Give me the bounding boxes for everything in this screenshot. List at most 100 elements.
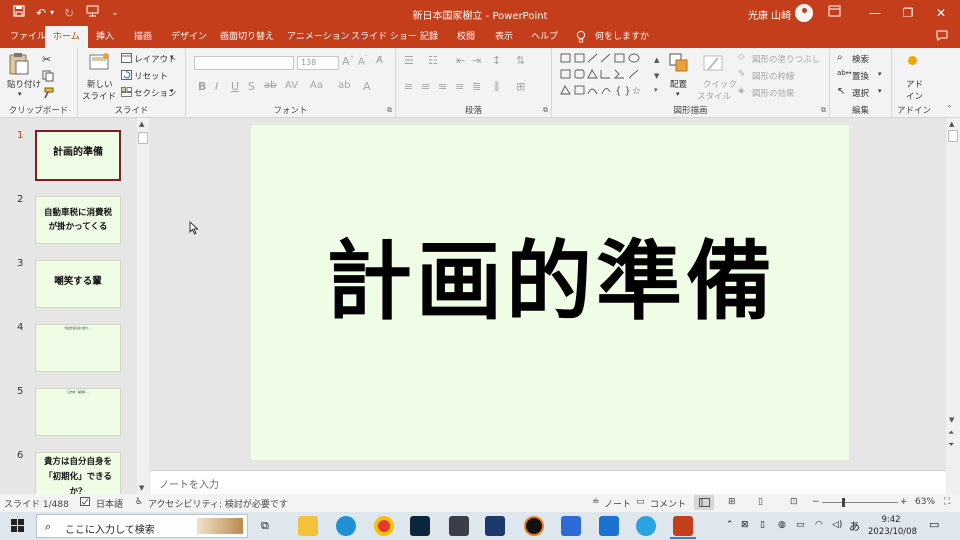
shrink-font-icon[interactable]: Aˇ [358, 55, 368, 67]
search-placeholder[interactable]: ここに入力して検索 [65, 521, 155, 536]
slideshow-view-icon[interactable]: ⊡ [790, 497, 798, 507]
underline-icon[interactable]: U [231, 80, 239, 93]
cloud-app-icon[interactable] [449, 516, 469, 536]
shape-effects-button[interactable]: 図形の効果 [752, 87, 795, 99]
tray-security-icon[interactable]: ◍ [778, 520, 786, 530]
slide-thumbnail-3[interactable]: 嘲笑する輩 [35, 260, 121, 308]
increase-indent-icon[interactable]: ⇥ [472, 54, 481, 67]
search-highlight-image[interactable] [197, 518, 243, 534]
tell-me-search[interactable]: 何をしますか [595, 30, 649, 44]
tab-draw[interactable]: 描画 [134, 30, 152, 44]
volume-icon[interactable]: ◁) [832, 520, 842, 530]
zoom-level[interactable]: 63% [915, 497, 935, 507]
quick-style-button[interactable]: クイック [703, 78, 737, 90]
tray-chevron-icon[interactable]: ⌃ [726, 520, 734, 530]
tab-home[interactable]: ホーム [45, 26, 88, 48]
select-button[interactable]: 選択 [852, 87, 869, 99]
avatar[interactable] [795, 4, 813, 22]
thumbnail-scrollbar[interactable]: ▲ ▼ [137, 118, 149, 494]
scrollbar-thumb[interactable] [138, 132, 148, 144]
previous-slide-icon[interactable]: ⏶ [948, 428, 954, 438]
slide-thumbnail-6[interactable]: 貴方は自分自身を「初期化」できるか？ [35, 452, 121, 494]
next-slide-icon[interactable]: ⏷ [948, 440, 954, 450]
editor-scrollbar[interactable]: ▲ ▼ ⏶ ⏷ [946, 118, 960, 494]
align-text-icon[interactable]: ⊞ [516, 80, 525, 93]
shapes-scroll-down-icon[interactable]: ▼ [654, 72, 659, 80]
text-direction-icon[interactable]: ⇅ [516, 54, 525, 67]
language[interactable]: 日本語 [96, 497, 123, 510]
shape-fill-button[interactable]: 図形の塗りつぶし [752, 53, 820, 65]
align-right-icon[interactable]: ≡ [438, 80, 447, 93]
notification-icon[interactable]: ▭ [929, 518, 939, 531]
new-slide-button-line2[interactable]: スライド [82, 90, 116, 102]
justify-icon[interactable]: ≡ [455, 80, 464, 93]
slide-title[interactable]: 計画的準備 [251, 211, 851, 336]
paragraph-dialog-launcher-icon[interactable]: ⧉ [543, 106, 548, 115]
layout-icon[interactable] [121, 53, 132, 66]
slide-thumbnail-4[interactable]: 内政会報直接の勧力 ... [35, 324, 121, 372]
accessibility-icon[interactable]: ♿ [135, 497, 143, 507]
reading-view-icon[interactable]: ▯ [758, 497, 763, 507]
zoom-in-icon[interactable]: + [900, 497, 908, 507]
comments-icon[interactable] [936, 30, 948, 46]
quick-style-icon[interactable] [702, 52, 724, 77]
accessibility-status[interactable]: アクセシビリティ: 検討が必要です [148, 497, 288, 510]
find-button[interactable]: 検索 [852, 53, 869, 65]
select-dropdown-icon[interactable]: ▾ [878, 87, 882, 95]
comments-button[interactable]: コメント [650, 497, 686, 510]
scroll-down-icon[interactable]: ▼ [949, 416, 954, 424]
mail-icon[interactable] [599, 516, 619, 536]
minimize-button[interactable]: — [860, 3, 890, 23]
addins-icon[interactable] [908, 56, 917, 65]
notes-button[interactable]: ノート [604, 497, 631, 510]
shape-fill-icon[interactable]: ◇ [738, 52, 745, 62]
paste-icon[interactable] [8, 52, 30, 79]
bold-icon[interactable]: B [198, 80, 206, 93]
current-slide[interactable]: 計画的準備 [250, 124, 850, 461]
font-color-icon[interactable]: A [363, 80, 371, 93]
video-editor-icon[interactable] [485, 516, 505, 536]
zoom-out-icon[interactable]: − [812, 497, 820, 507]
task-view-icon[interactable]: ⧉ [261, 519, 281, 539]
notes-icon[interactable]: ≐ [592, 497, 600, 507]
replace-icon[interactable]: ab↔ [837, 69, 852, 77]
slide-sorter-icon[interactable]: ⊞ [728, 497, 736, 507]
comment-icon[interactable]: ▭ [636, 497, 645, 507]
line-spacing-icon[interactable]: ↕ [492, 54, 501, 67]
grow-font-icon[interactable]: A^ [342, 55, 355, 68]
decrease-indent-icon[interactable]: ⇤ [456, 54, 465, 67]
app-icon[interactable] [410, 516, 430, 536]
section-icon[interactable] [121, 87, 132, 100]
paste-button[interactable]: 貼り付け [7, 78, 41, 90]
shadow-icon[interactable]: S [248, 80, 255, 93]
strikethrough-icon[interactable]: ab [264, 80, 276, 91]
align-left-icon[interactable]: ≡ [404, 80, 413, 93]
columns-icon[interactable]: ⫼ [494, 80, 499, 94]
ime-indicator[interactable]: あ [849, 518, 860, 534]
find-icon[interactable]: ⌕ [837, 52, 843, 63]
font-dialog-launcher-icon[interactable]: ⧉ [387, 106, 392, 115]
spellcheck-icon[interactable] [80, 497, 91, 510]
new-slide-icon[interactable] [89, 52, 111, 75]
tab-slideshow[interactable]: スライド ショー [351, 30, 417, 44]
italic-icon[interactable]: I [215, 80, 218, 93]
chrome-icon[interactable] [374, 516, 394, 536]
scroll-up-icon[interactable]: ▲ [949, 120, 954, 128]
slide-thumbnail-1[interactable]: 計画的準備 [35, 130, 121, 181]
tab-animations[interactable]: アニメーション [287, 30, 350, 44]
char-spacing-icon[interactable]: AV [285, 80, 298, 91]
arrange-icon[interactable] [668, 52, 690, 77]
clear-format-icon[interactable]: A̸ [376, 55, 383, 66]
copy-icon[interactable] [42, 70, 54, 85]
slide-thumbnail-5[interactable]: 自治体・保険料 ... [35, 388, 121, 436]
tab-transitions[interactable]: 画面切り替え [220, 30, 274, 44]
quick-style-button-line2[interactable]: スタイル [697, 90, 731, 102]
cut-icon[interactable]: ✂ [42, 53, 51, 66]
tray-app-icon[interactable]: ⊠ [741, 520, 749, 530]
slide-editor[interactable]: 計画的準備 [150, 118, 946, 468]
reset-button[interactable]: リセット [134, 70, 168, 82]
shapes-gallery[interactable]: { } ☆ [559, 52, 651, 101]
scroll-down-icon[interactable]: ▼ [139, 484, 144, 492]
notes-pane[interactable]: ノートを入力 [150, 470, 946, 494]
windows-start-icon[interactable] [11, 519, 24, 535]
